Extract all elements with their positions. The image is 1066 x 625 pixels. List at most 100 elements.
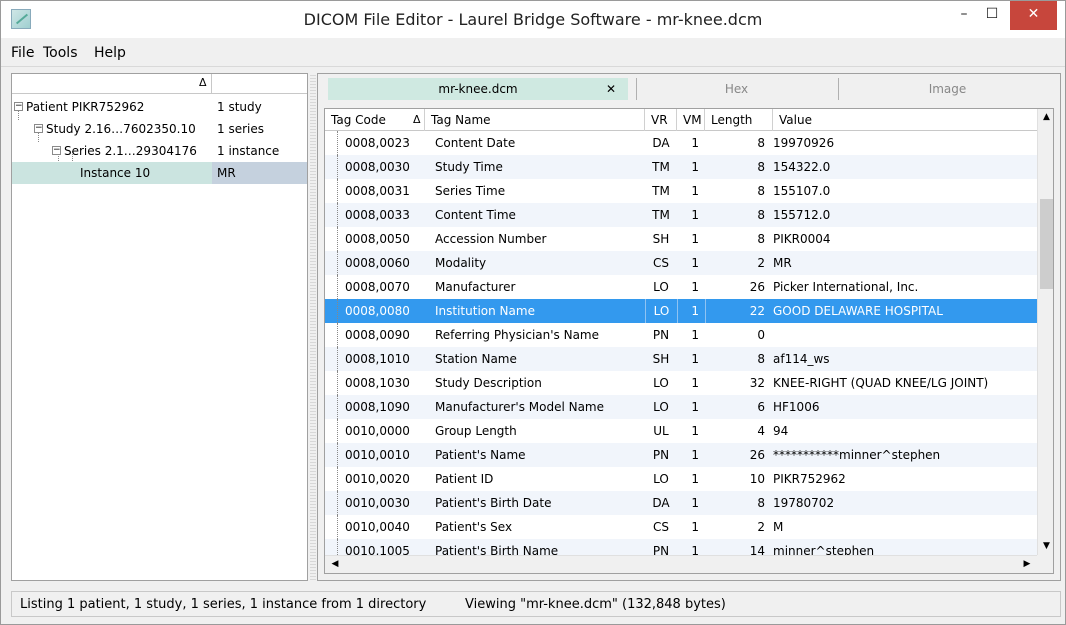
- cell-vr[interactable]: LO: [645, 299, 677, 323]
- cell-tag-code[interactable]: 0008,1090: [345, 395, 425, 419]
- scroll-down-icon[interactable]: ▼: [1038, 538, 1053, 555]
- cell-value[interactable]: PIKR752962: [773, 467, 1037, 491]
- cell-vm[interactable]: 1: [677, 395, 705, 419]
- cell-tag-code[interactable]: 0010,0020: [345, 467, 425, 491]
- cell-length[interactable]: 10: [705, 467, 765, 491]
- cell-length[interactable]: 8: [705, 131, 765, 155]
- cell-vr[interactable]: DA: [645, 131, 677, 155]
- cell-tag-code[interactable]: 0010,0000: [345, 419, 425, 443]
- cell-vm[interactable]: 1: [677, 515, 705, 539]
- table-row[interactable]: 0008,0031 Series Time TM 1 8 155107.0: [325, 179, 1037, 203]
- cell-length[interactable]: 8: [705, 227, 765, 251]
- close-tab-icon[interactable]: ✕: [606, 78, 616, 100]
- cell-tag-code[interactable]: 0008,0060: [345, 251, 425, 275]
- vertical-scrollbar[interactable]: ▲ ▼: [1037, 109, 1053, 555]
- cell-value[interactable]: 154322.0: [773, 155, 1037, 179]
- cell-tag-code[interactable]: 0008,1010: [345, 347, 425, 371]
- collapse-icon[interactable]: −: [14, 102, 23, 111]
- cell-length[interactable]: 2: [705, 515, 765, 539]
- table-row[interactable]: 0010,0000 Group Length UL 1 4 94: [325, 419, 1037, 443]
- table-row[interactable]: 0010,0010 Patient's Name PN 1 26 ***********m…: [325, 443, 1037, 467]
- cell-tag-name[interactable]: Series Time: [435, 179, 645, 203]
- table-row[interactable]: 0010,0030 Patient's Birth Date DA 1 8 1978070…: [325, 491, 1037, 515]
- cell-length[interactable]: 8: [705, 347, 765, 371]
- table-row[interactable]: 0008,0080 Institution Name LO 1 22 GOOD DELAW…: [325, 299, 1037, 323]
- cell-vm[interactable]: 1: [677, 299, 705, 323]
- cell-length[interactable]: 26: [705, 443, 765, 467]
- cell-vr[interactable]: SH: [645, 347, 677, 371]
- tab-file[interactable]: mr-knee.dcm ✕: [328, 78, 628, 100]
- cell-length[interactable]: 4: [705, 419, 765, 443]
- scroll-up-icon[interactable]: ▲: [1038, 109, 1053, 126]
- tree-node-study[interactable]: − Study 2.16…7602350.10 1 series: [12, 118, 307, 140]
- cell-vr[interactable]: UL: [645, 419, 677, 443]
- cell-tag-name[interactable]: Modality: [435, 251, 645, 275]
- cell-tag-name[interactable]: Patient's Sex: [435, 515, 645, 539]
- column-header-length[interactable]: Length: [705, 109, 773, 131]
- cell-length[interactable]: 6: [705, 395, 765, 419]
- cell-value[interactable]: af114_ws: [773, 347, 1037, 371]
- column-header-value[interactable]: Value: [773, 109, 1037, 131]
- cell-value[interactable]: 19970926: [773, 131, 1037, 155]
- cell-length[interactable]: 0: [705, 323, 765, 347]
- cell-tag-code[interactable]: 0008,1030: [345, 371, 425, 395]
- table-row[interactable]: 0008,0090 Referring Physician's Name PN 1 0: [325, 323, 1037, 347]
- cell-value[interactable]: minner^stephen: [773, 539, 1037, 555]
- tree-node-instance[interactable]: Instance 10 MR: [12, 162, 307, 184]
- horizontal-scrollbar[interactable]: ◀ ▶: [325, 555, 1037, 573]
- cell-vr[interactable]: PN: [645, 323, 677, 347]
- table-row[interactable]: 0008,0033 Content Time TM 1 8 155712.0: [325, 203, 1037, 227]
- cell-tag-code[interactable]: 0008,0080: [345, 299, 425, 323]
- cell-tag-name[interactable]: Group Length: [435, 419, 645, 443]
- scroll-right-icon[interactable]: ▶: [1019, 556, 1035, 573]
- cell-vm[interactable]: 1: [677, 275, 705, 299]
- cell-vm[interactable]: 1: [677, 443, 705, 467]
- cell-tag-code[interactable]: 0010,0040: [345, 515, 425, 539]
- cell-vm[interactable]: 1: [677, 251, 705, 275]
- cell-tag-name[interactable]: Patient's Name: [435, 443, 645, 467]
- table-row[interactable]: 0008,0060 Modality CS 1 2 MR: [325, 251, 1037, 275]
- column-header-tag-name[interactable]: Tag Name: [425, 109, 645, 131]
- cell-vm[interactable]: 1: [677, 539, 705, 555]
- cell-vr[interactable]: CS: [645, 251, 677, 275]
- cell-value[interactable]: ***********minner^stephen: [773, 443, 1037, 467]
- cell-tag-code[interactable]: 0008,0033: [345, 203, 425, 227]
- cell-value[interactable]: 94: [773, 419, 1037, 443]
- cell-vr[interactable]: TM: [645, 203, 677, 227]
- close-button[interactable]: ✕: [1010, 1, 1057, 30]
- cell-length[interactable]: 2: [705, 251, 765, 275]
- cell-tag-name[interactable]: Content Date: [435, 131, 645, 155]
- table-row[interactable]: 0008,1030 Study Description LO 1 32 KNEE-RIGH…: [325, 371, 1037, 395]
- cell-value[interactable]: M: [773, 515, 1037, 539]
- cell-tag-name[interactable]: Patient's Birth Name: [435, 539, 645, 555]
- cell-vr[interactable]: LO: [645, 371, 677, 395]
- cell-tag-name[interactable]: Patient's Birth Date: [435, 491, 645, 515]
- cell-value[interactable]: GOOD DELAWARE HOSPITAL: [773, 299, 1037, 323]
- collapse-icon[interactable]: −: [34, 124, 43, 133]
- cell-tag-name[interactable]: Institution Name: [435, 299, 645, 323]
- tree-node-series[interactable]: − Series 2.1…29304176 1 instance: [12, 140, 307, 162]
- cell-tag-code[interactable]: 0010,0030: [345, 491, 425, 515]
- pane-splitter[interactable]: [310, 73, 316, 581]
- cell-tag-code[interactable]: 0008,0030: [345, 155, 425, 179]
- minimize-button[interactable]: –: [951, 1, 977, 30]
- column-header-vm[interactable]: VM: [677, 109, 705, 131]
- cell-vm[interactable]: 1: [677, 371, 705, 395]
- cell-length[interactable]: 8: [705, 491, 765, 515]
- cell-vr[interactable]: PN: [645, 539, 677, 555]
- cell-value[interactable]: HF1006: [773, 395, 1037, 419]
- cell-vm[interactable]: 1: [677, 419, 705, 443]
- cell-tag-code[interactable]: 0010,1005: [345, 539, 425, 555]
- cell-vm[interactable]: 1: [677, 491, 705, 515]
- menu-file[interactable]: File: [11, 45, 34, 61]
- cell-vr[interactable]: TM: [645, 155, 677, 179]
- cell-vm[interactable]: 1: [677, 347, 705, 371]
- cell-vm[interactable]: 1: [677, 179, 705, 203]
- cell-vr[interactable]: SH: [645, 227, 677, 251]
- cell-tag-code[interactable]: 0008,0050: [345, 227, 425, 251]
- cell-tag-code[interactable]: 0008,0031: [345, 179, 425, 203]
- cell-length[interactable]: 8: [705, 179, 765, 203]
- tab-hex[interactable]: Hex: [636, 78, 836, 100]
- cell-vm[interactable]: 1: [677, 323, 705, 347]
- menu-help[interactable]: Help: [94, 45, 126, 61]
